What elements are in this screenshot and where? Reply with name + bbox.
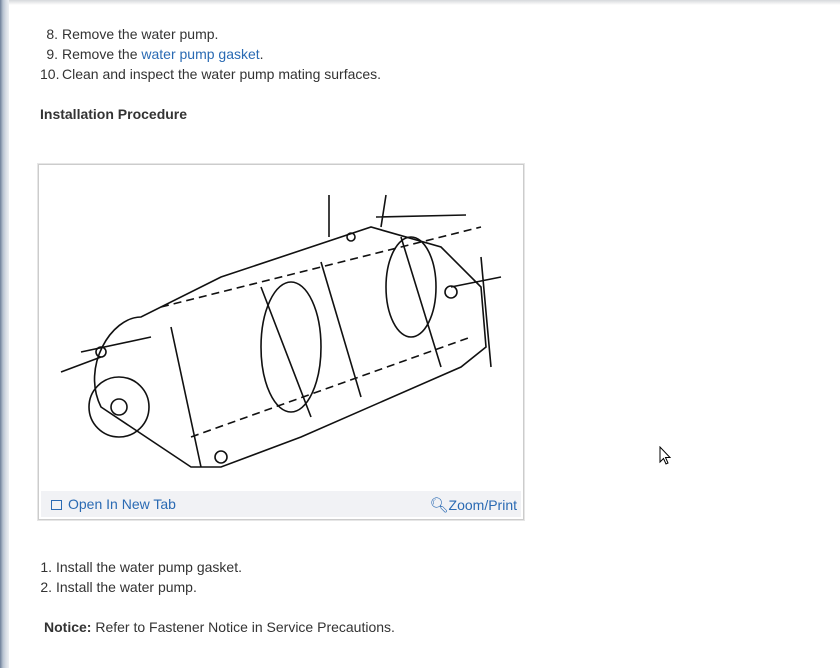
zoom-print-link[interactable]: 🔍︎Zoom/Print: [429, 496, 517, 514]
step-text: Clean and inspect the water pump mating …: [62, 66, 382, 82]
window-left-edge: [0, 0, 9, 668]
notice-label: Notice:: [44, 619, 92, 635]
step-number: 8.: [46, 26, 58, 42]
figure-toolbar: Open In New Tab 🔍︎Zoom/Print: [41, 491, 521, 517]
removal-step: 9. Remove the water pump gasket.: [40, 44, 264, 64]
step-text: Install the water pump gasket.: [56, 559, 242, 575]
step-text: Install the water pump.: [56, 579, 197, 595]
open-new-tab-label: Open In New Tab: [68, 496, 176, 512]
mouse-cursor-icon: [659, 446, 672, 465]
figure-panel: Open In New Tab 🔍︎Zoom/Print: [38, 164, 524, 520]
installation-heading: Installation Procedure: [40, 106, 188, 122]
notice-text: Refer to Fastener Notice in Service Prec…: [91, 619, 395, 635]
step-text: Remove the: [62, 46, 142, 62]
removal-step: 10. Clean and inspect the water pump mati…: [40, 64, 381, 84]
install-step: 1. Install the water pump gasket.: [40, 557, 242, 577]
step-text: .: [259, 46, 264, 62]
zoom-in-icon: 🔍︎: [429, 497, 449, 514]
step-text: Remove the water pump.: [62, 26, 219, 42]
step-number: 1.: [40, 559, 52, 575]
open-in-new-tab-link[interactable]: Open In New Tab: [51, 496, 176, 512]
step-number: 2.: [40, 579, 52, 595]
step-number: 10.: [40, 66, 60, 82]
removal-step: 8. Remove the water pump.: [40, 24, 218, 44]
step-number: 9.: [46, 46, 58, 62]
zoom-print-label: Zoom/Print: [448, 497, 517, 513]
water-pump-gasket-link[interactable]: water pump gasket: [141, 46, 259, 62]
notice: Notice: Refer to Fastener Notice in Serv…: [44, 617, 395, 637]
open-new-tab-icon: [51, 500, 62, 510]
water-pump-illustration: [60, 194, 502, 468]
header-shadow: [9, 0, 840, 5]
install-step: 2. Install the water pump.: [40, 577, 197, 597]
